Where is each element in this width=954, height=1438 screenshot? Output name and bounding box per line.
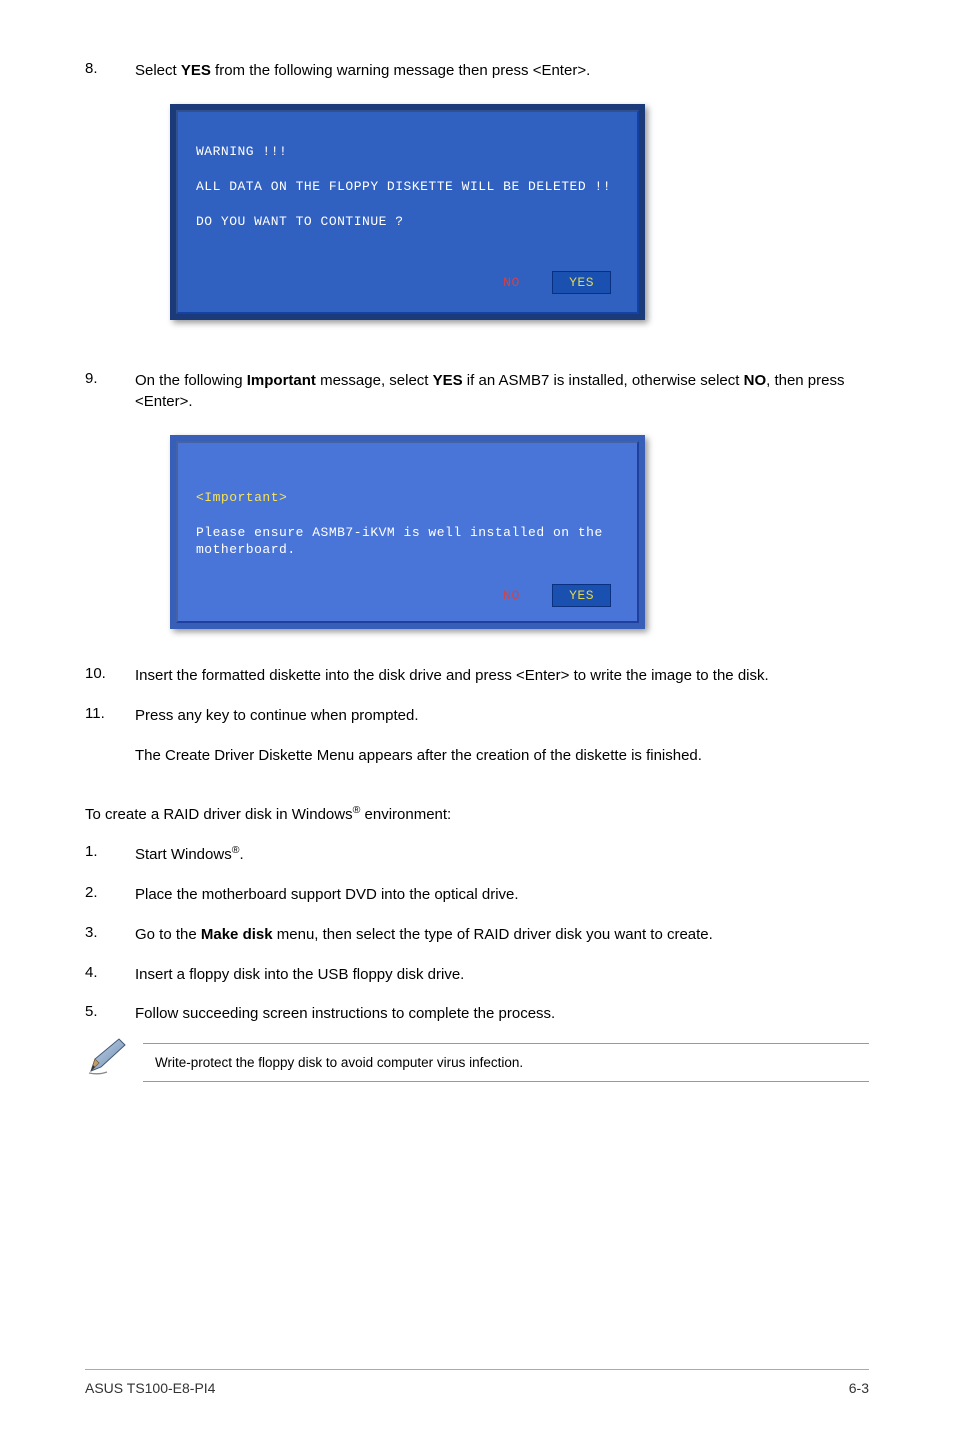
wstep-3-a: Go to the [135,926,201,943]
wstep-1-a: Start Windows [135,846,232,863]
step-9-number: 9. [85,370,135,414]
step-8-bold: YES [181,62,211,79]
step-9-bold1: Important [247,372,316,389]
windows-para: To create a RAID driver disk in Windows®… [85,803,869,826]
step-9-a: On the following [135,372,247,389]
wstep-1-b: . [239,846,243,863]
warning-line1: WARNING !!! [196,143,619,161]
important-text: <Important> Please ensure ASMB7-iKVM is … [196,471,619,576]
important-dialog-container: <Important> Please ensure ASMB7-iKVM is … [170,435,869,629]
step-8-number: 8. [85,60,135,82]
wstep-3-number: 3. [85,924,135,946]
step-9-text: On the following Important message, sele… [135,370,869,414]
warning-dialog: WARNING !!! ALL DATA ON THE FLOPPY DISKE… [170,104,645,320]
wstep-5: 5. Follow succeeding screen instructions… [85,1003,869,1025]
wstep-4-number: 4. [85,964,135,986]
wstep-4-text: Insert a floppy disk into the USB floppy… [135,964,869,986]
wstep-5-number: 5. [85,1003,135,1025]
warning-text: WARNING !!! ALL DATA ON THE FLOPPY DISKE… [196,126,619,249]
warning-dialog-inner: WARNING !!! ALL DATA ON THE FLOPPY DISKE… [176,110,639,314]
wstep-1-number: 1. [85,843,135,866]
wstep-3-b: menu, then select the type of RAID drive… [273,926,713,943]
step-9-c: if an ASMB7 is installed, otherwise sele… [463,372,744,389]
wstep-2-number: 2. [85,884,135,906]
wstep-3-text: Go to the Make disk menu, then select th… [135,924,869,946]
step-11-text: Press any key to continue when prompted. [135,705,869,727]
warning-dialog-container: WARNING !!! ALL DATA ON THE FLOPPY DISKE… [170,104,869,320]
wstep-1-text: Start Windows®. [135,843,869,866]
footer-right: 6-3 [849,1380,869,1396]
wstep-3: 3. Go to the Make disk menu, then select… [85,924,869,946]
step-8: 8. Select YES from the following warning… [85,60,869,82]
important-no-button[interactable]: NO [503,588,520,603]
wstep-3-bold: Make disk [201,926,273,943]
note-text: Write-protect the floppy disk to avoid c… [143,1043,869,1082]
windows-para-a: To create a RAID driver disk in Windows [85,806,353,823]
pencil-icon-svg [85,1037,129,1077]
warning-line2: ALL DATA ON THE FLOPPY DISKETTE WILL BE … [196,178,619,196]
step-9: 9. On the following Important message, s… [85,370,869,414]
warning-button-row: NO YES [196,271,619,294]
important-dialog: <Important> Please ensure ASMB7-iKVM is … [170,435,645,629]
step-11-number: 11. [85,705,135,727]
wstep-1: 1. Start Windows®. [85,843,869,866]
windows-para-b: environment: [360,806,451,823]
step-11: 11. Press any key to continue when promp… [85,705,869,727]
wstep-4: 4. Insert a floppy disk into the USB flo… [85,964,869,986]
important-button-row: NO YES [196,584,619,607]
important-line2: Please ensure ASMB7-iKVM is well install… [196,524,619,559]
important-dialog-inner: <Important> Please ensure ASMB7-iKVM is … [176,441,639,623]
step-9-b: message, select [316,372,433,389]
step-9-bold3: NO [744,372,767,389]
footer-left: ASUS TS100-E8-PI4 [85,1380,215,1396]
wstep-2-text: Place the motherboard support DVD into t… [135,884,869,906]
important-yes-button[interactable]: YES [552,584,611,607]
step-11-sub: The Create Driver Diskette Menu appears … [135,745,869,767]
step-8-text-a: Select [135,62,181,79]
page-footer: ASUS TS100-E8-PI4 6-3 [85,1369,869,1396]
step-8-text: Select YES from the following warning me… [135,60,869,82]
important-line1: <Important> [196,489,619,507]
wstep-2: 2. Place the motherboard support DVD int… [85,884,869,906]
step-9-bold2: YES [433,372,463,389]
pencil-icon [85,1037,135,1082]
step-10-number: 10. [85,665,135,687]
warning-no-button[interactable]: NO [503,275,520,290]
step-10-text: Insert the formatted diskette into the d… [135,665,869,687]
step-10: 10. Insert the formatted diskette into t… [85,665,869,687]
wstep-5-text: Follow succeeding screen instructions to… [135,1003,869,1025]
step-8-text-b: from the following warning message then … [211,62,590,79]
warning-yes-button[interactable]: YES [552,271,611,294]
warning-line3: DO YOU WANT TO CONTINUE ? [196,213,619,231]
